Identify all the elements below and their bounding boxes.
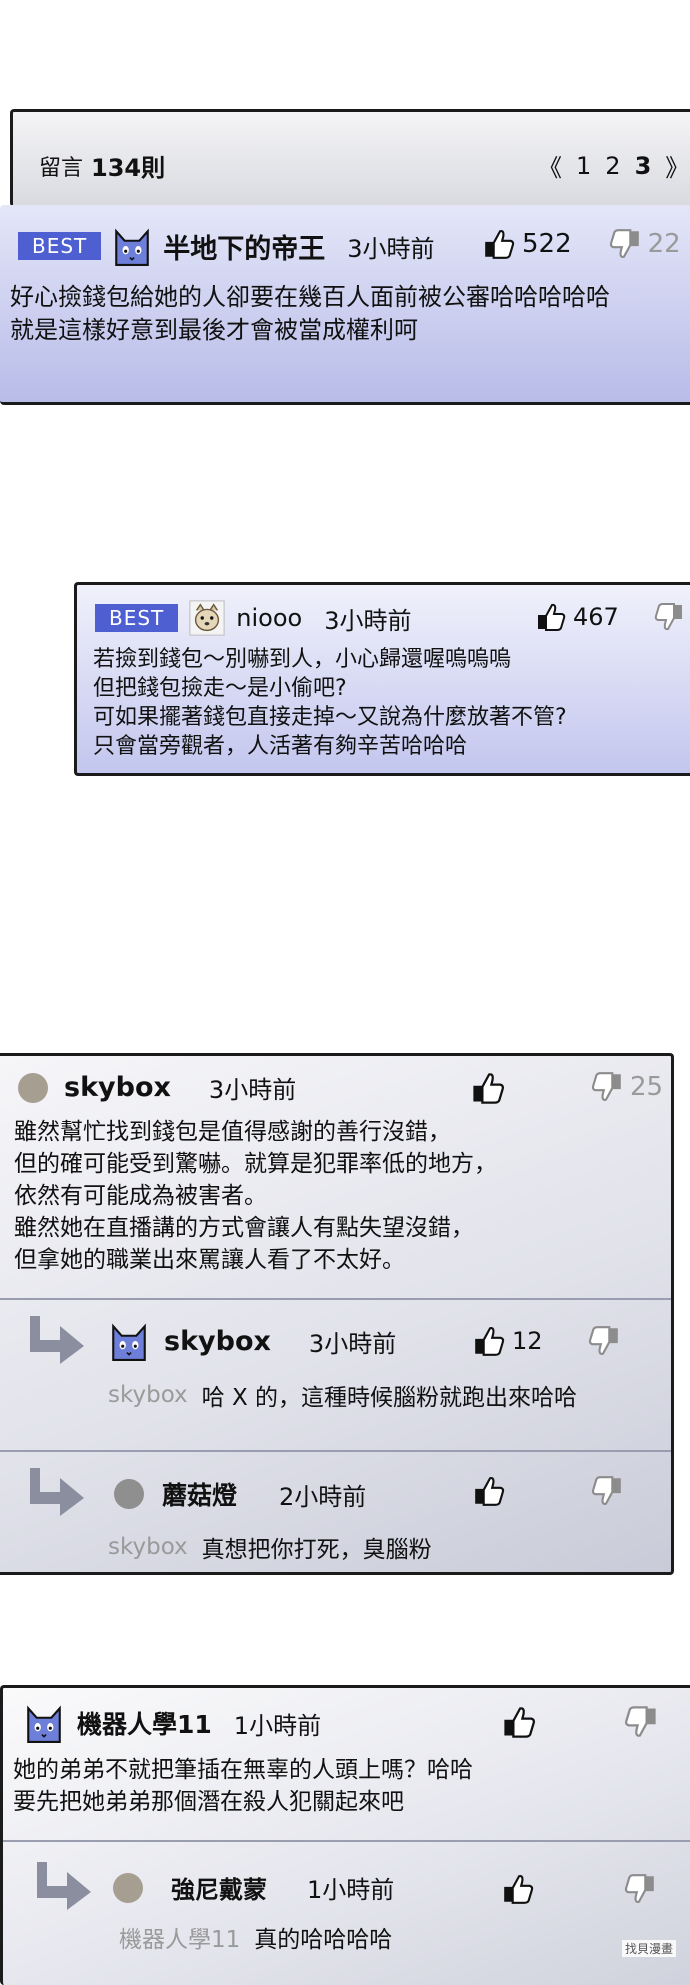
round-avatar-icon — [18, 1072, 48, 1103]
comment-author[interactable]: niooo — [236, 604, 302, 632]
reply-author[interactable]: 蘑菇燈 — [162, 1476, 237, 1512]
best-badge: BEST — [95, 604, 179, 632]
reply-time: 1小時前 — [307, 1876, 395, 1904]
comment-text: 好心撿錢包給她的人卻要在幾百人面前被公審哈哈哈哈哈 就是這樣好意到最後才會被當成… — [10, 283, 610, 344]
reply-author[interactable]: skybox — [164, 1326, 271, 1357]
page-2-link[interactable]: 2 — [605, 152, 620, 180]
comment-author[interactable]: skybox — [64, 1072, 171, 1103]
comment-text: 雖然幫忙找到錢包是值得感謝的善行沒錯， 但的確可能受到驚嚇。就算是犯罪率低的地方… — [14, 1119, 497, 1273]
cat-avatar-icon — [23, 1702, 65, 1744]
reply-divider — [0, 1298, 671, 1300]
reply-to-user[interactable]: 機器人學11 — [119, 1920, 240, 1954]
thumbs-up-icon[interactable] — [501, 1872, 535, 1906]
like-count: 522 — [522, 229, 572, 259]
thumbs-up-icon[interactable] — [501, 1704, 537, 1740]
reply-text: 真的哈哈哈哈 — [254, 1927, 393, 1953]
reply-to-user[interactable]: skybox — [108, 1382, 188, 1408]
cat-avatar-icon — [108, 1320, 150, 1362]
thumbs-up-icon[interactable] — [472, 1324, 506, 1358]
reply-text: 哈 X 的，這種時候腦粉就跑出來哈哈 — [201, 1385, 578, 1411]
thumbs-down-icon[interactable] — [653, 601, 685, 633]
comment-card-4: 機器人學11 1小時前 她的弟弟不就把筆插在無辜的人頭上嗎？哈哈 要先把她弟弟那… — [0, 1685, 690, 1985]
comment-author[interactable]: 機器人學11 — [77, 1705, 212, 1741]
thumbs-down-icon[interactable] — [623, 1704, 659, 1740]
thumbs-down-icon[interactable] — [590, 1070, 624, 1104]
comment-time: 1小時前 — [233, 1711, 322, 1740]
comment-time: 3小時前 — [324, 606, 412, 635]
pager-next-button[interactable]: 》 — [665, 148, 689, 183]
dog-avatar-icon — [188, 599, 226, 637]
comment-time: 3小時前 — [347, 234, 435, 263]
dislike-count: 22 — [647, 229, 681, 259]
best-badge: BEST — [18, 232, 102, 260]
comments-count: 134則 — [91, 154, 166, 182]
thumbs-down-icon[interactable] — [623, 1872, 657, 1906]
comment-author[interactable]: 半地下的帝王 — [163, 227, 325, 266]
comment-text: 若撿到錢包～別嚇到人，小心歸還喔嗚嗚嗚 但把錢包撿走～是小偷吧? 可如果擺著錢包… — [93, 647, 567, 759]
comment-time: 3小時前 — [208, 1076, 297, 1104]
page-1-link[interactable]: 1 — [576, 152, 591, 180]
thumbs-up-icon[interactable] — [470, 1070, 506, 1106]
reply-divider — [3, 1840, 690, 1842]
thumbs-up-icon[interactable] — [482, 227, 516, 261]
reply-time: 2小時前 — [279, 1482, 367, 1511]
reply-time: 3小時前 — [308, 1329, 397, 1358]
comment-card-best-2: BEST niooo 3小時前 467 若撿到錢包～別嚇到人，小心歸還喔嗚嗚嗚 … — [74, 582, 690, 776]
thumbs-down-icon[interactable] — [587, 1324, 621, 1358]
reply-to-user[interactable]: skybox — [108, 1534, 188, 1560]
pager-prev-button[interactable]: 《 — [538, 148, 562, 183]
comment-card-3: skybox 3小時前 25 雖然幫忙找到錢包是值得感謝的善行沒錯， 但的確可能… — [0, 1053, 674, 1575]
reply-arrow-icon — [26, 1314, 86, 1364]
thumbs-down-icon[interactable] — [608, 227, 642, 261]
thumbs-up-icon[interactable] — [472, 1474, 506, 1508]
dislike-count: 25 — [630, 1072, 664, 1102]
like-count: 12 — [512, 1327, 543, 1355]
round-avatar-icon — [114, 1479, 144, 1509]
thumbs-up-icon[interactable] — [535, 601, 567, 633]
comments-header: 留言 134則 《 1 2 3 》 — [10, 109, 690, 207]
thumbs-down-icon[interactable] — [590, 1474, 624, 1508]
reply-arrow-icon — [26, 1466, 86, 1516]
reply-author[interactable]: 強尼戴蒙 — [171, 1870, 267, 1905]
reply-divider — [0, 1450, 671, 1452]
comments-label: 留言 — [39, 155, 84, 181]
pagination: 《 1 2 3 》 — [538, 148, 689, 183]
comment-text: 她的弟弟不就把筆插在無辜的人頭上嗎？哈哈 要先把她弟弟那個潛在殺人犯關起來吧 — [13, 1757, 473, 1815]
page-3-link[interactable]: 3 — [635, 152, 652, 180]
reply-text: 真想把你打死，臭腦粉 — [201, 1537, 432, 1563]
like-count: 467 — [573, 603, 619, 631]
comment-card-best-1: BEST 半地下的帝王 3小時前 522 22 好心撿錢包給她的人卻要在幾百人面… — [0, 205, 690, 405]
reply-arrow-icon — [33, 1860, 93, 1910]
round-avatar-icon — [113, 1872, 143, 1903]
cat-avatar-icon — [111, 225, 153, 267]
watermark: 找貝漫畫 — [622, 1940, 677, 1957]
